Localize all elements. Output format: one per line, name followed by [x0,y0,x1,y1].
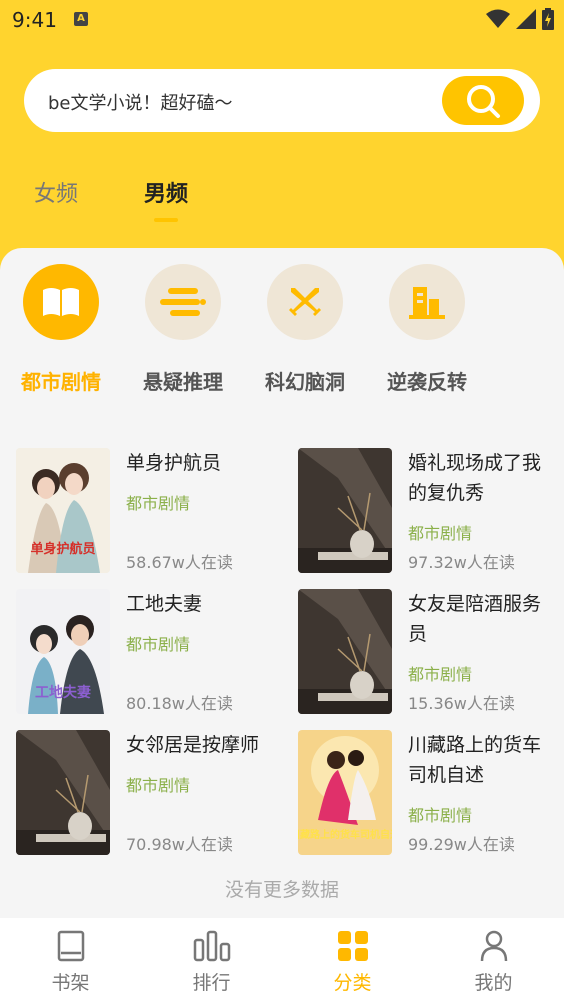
book-reads: 99.29w人在读 [408,835,515,854]
category-label: 逆袭反转 [387,370,467,394]
category-icon-circle [23,264,99,340]
book-item[interactable]: 川藏路上的货车司机自述 川藏路上的货车司机自述 都市剧情 99.29w人在读 [298,730,556,855]
category-row: 都市剧情 悬疑推理 科幻脑洞 逆袭反转 [18,264,470,395]
battery-icon [542,8,554,30]
book-tag: 都市剧情 [126,776,191,795]
book-title: 单身护航员 [126,452,222,474]
category-urban-drama[interactable]: 都市剧情 [18,264,104,395]
book-item[interactable]: 工地夫妻 工地夫妻 都市剧情 80.18w人在读 [16,589,298,714]
category-label: 悬疑推理 [143,370,223,394]
vase-cover-image [16,730,110,855]
nav-category[interactable]: 分类 [282,918,423,1004]
category-label: 都市剧情 [21,370,101,394]
book-cover[interactable] [298,589,392,714]
nav-profile[interactable]: 我的 [423,918,564,1004]
book-info: 女邻居是按摩师 都市剧情 70.98w人在读 [126,730,298,855]
tab-female[interactable]: 女频 [34,176,78,208]
crossed-swords-icon [289,288,321,316]
category-label: 科幻脑洞 [265,370,345,394]
book-open-icon [43,288,79,316]
notification-badge: A [74,12,88,26]
book-info: 工地夫妻 都市剧情 80.18w人在读 [126,589,298,714]
book-tag: 都市剧情 [408,524,473,543]
book-title: 女友是陪酒服务员 [408,593,542,645]
buildings-icon [409,287,445,319]
book-info: 婚礼现场成了我的复仇秀 都市剧情 97.32w人在读 [408,448,556,573]
nav-bookshelf[interactable]: 书架 [0,918,141,1004]
book-info: 川藏路上的货车司机自述 都市剧情 99.29w人在读 [408,730,556,855]
book-title: 川藏路上的货车司机自述 [408,734,542,786]
status-time: 9:41 [12,8,57,32]
book-cover[interactable]: 单身护航员 [16,448,110,573]
search-bar[interactable]: be文学小说！超好磕～ [24,69,540,132]
category-icon-circle [267,264,343,340]
book-tag: 都市剧情 [408,665,473,684]
bookshelf-icon [57,930,84,962]
category-grid-icon [337,931,368,961]
book-reads: 80.18w人在读 [126,694,233,713]
wifi-icon [486,9,510,28]
vase-cover-image [298,589,392,714]
book-title: 女邻居是按摩师 [126,734,260,756]
book-reads: 97.32w人在读 [408,553,515,572]
book-info: 单身护航员 都市剧情 58.67w人在读 [126,448,298,573]
book-tag: 都市剧情 [126,635,191,654]
book-cover[interactable] [16,730,110,855]
status-bar: 9:41 A [0,0,564,40]
couple-cover-image: 单身护航员 [16,448,110,573]
dance-cover-image: 川藏路上的货车司机自述 [298,730,392,855]
nav-label: 我的 [474,972,513,994]
book-title: 工地夫妻 [126,593,203,615]
cover-title: 工地夫妻 [35,684,91,701]
search-button[interactable] [442,76,524,125]
search-icon [467,84,500,118]
book-item[interactable]: 女邻居是按摩师 都市剧情 70.98w人在读 [16,730,298,855]
cover-title: 川藏路上的货车司机自述 [298,828,392,841]
book-cover[interactable]: 工地夫妻 [16,589,110,714]
book-reads: 70.98w人在读 [126,835,233,854]
book-reads: 15.36w人在读 [408,694,515,713]
category-scifi[interactable]: 科幻脑洞 [262,264,348,395]
category-mystery[interactable]: 悬疑推理 [140,264,226,395]
status-icons [486,8,554,30]
content-panel: 都市剧情 悬疑推理 科幻脑洞 逆袭反转 单身护航员 单身护航员 都市剧情 58.… [0,248,564,918]
category-icon-circle [389,264,465,340]
nav-ranking[interactable]: 排行 [141,918,282,1004]
book-item[interactable]: 婚礼现场成了我的复仇秀 都市剧情 97.32w人在读 [298,448,556,573]
search-placeholder: be文学小说！超好磕～ [48,93,233,114]
book-list: 单身护航员 单身护航员 都市剧情 58.67w人在读 婚礼现场成了我的复仇秀 都… [16,448,556,855]
wind-icon [160,288,206,316]
nav-label: 分类 [333,972,372,994]
book-item[interactable]: 单身护航员 单身护航员 都市剧情 58.67w人在读 [16,448,298,573]
book-cover[interactable] [298,448,392,573]
category-icon-circle [145,264,221,340]
book-info: 女友是陪酒服务员 都市剧情 15.36w人在读 [408,589,556,714]
category-reversal[interactable]: 逆袭反转 [384,264,470,395]
tab-male[interactable]: 男频 [144,176,188,222]
vase-cover-image [298,448,392,573]
no-more-data: 没有更多数据 [224,879,339,901]
profile-icon [480,930,507,962]
ranking-icon [193,930,230,962]
book-cover[interactable]: 川藏路上的货车司机自述 [298,730,392,855]
book-tag: 都市剧情 [126,494,191,513]
couple-cover-image: 工地夫妻 [16,589,110,714]
header-background [0,0,564,290]
nav-label: 书架 [51,972,90,994]
cover-title: 单身护航员 [30,541,95,557]
nav-label: 排行 [192,972,231,994]
signal-icon [516,9,536,29]
book-item[interactable]: 女友是陪酒服务员 都市剧情 15.36w人在读 [298,589,556,714]
gender-tabs: 女频 男频 [34,176,188,222]
book-title: 婚礼现场成了我的复仇秀 [408,452,542,504]
book-reads: 58.67w人在读 [126,553,233,572]
book-tag: 都市剧情 [408,806,473,825]
bottom-nav: 书架 排行 分类 我的 [0,918,564,1004]
